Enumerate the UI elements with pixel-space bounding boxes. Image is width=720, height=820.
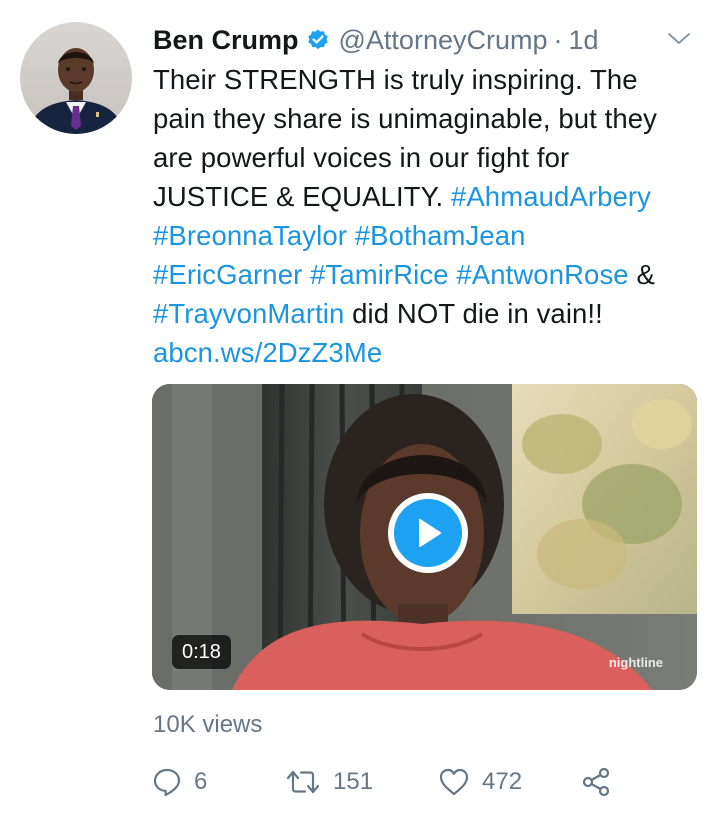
hashtag-link[interactable]: #EricGarner [153,259,302,290]
hashtag-link[interactable]: #BreonnaTaylor [153,220,347,251]
share-button[interactable] [580,762,612,802]
channel-watermark: nightline [608,655,663,670]
view-count: 10K views [153,711,263,738]
tweet[interactable]: Ben Crump @AttorneyCrump · 1d Their STRE… [0,0,720,820]
hashtag-link[interactable]: #AntwonRose [456,259,628,290]
tweet-text-line: #BreonnaTaylor #BothamJean [153,216,709,255]
tweet-text-line: are powerful voices in our fight for [153,138,709,177]
heart-icon [439,768,469,796]
retweet-icon [286,770,320,794]
hashtag-link[interactable]: #TrayvonMartin [153,298,344,329]
hashtag-link[interactable]: #TamirRice [310,259,449,290]
tweet-text-line: Their STRENGTH is truly inspiring. The [153,60,709,99]
separator-dot: · [553,24,563,55]
hashtag-link[interactable]: #BothamJean [355,220,526,251]
tweet-text-line: #TrayvonMartin did NOT die in vain!! [153,294,709,333]
reply-button[interactable]: 6 [152,762,207,802]
video-duration: 0:18 [172,635,231,669]
share-icon [582,767,610,797]
tweet-text-segment: did NOT die in vain!! [344,298,603,329]
tweet-text-line: JUSTICE & EQUALITY. #AhmaudArbery [153,177,709,216]
author-avatar[interactable] [20,22,132,134]
tweet-text-segment [302,259,310,290]
chevron-down-icon[interactable] [666,30,692,48]
reply-icon [153,768,181,797]
tweet-text-segment: Their STRENGTH is truly inspiring. The [153,64,638,95]
tweet-text-line: pain they share is unimaginable, but the… [153,99,709,138]
tweet-timestamp[interactable]: 1d [569,25,599,56]
tweet-text-segment: & [628,259,655,290]
tweet-text-segment: are powerful voices in our fight for [153,142,570,173]
like-count: 472 [482,768,523,795]
tweet-text-line: #EricGarner #TamirRice #AntwonRose & [153,255,709,294]
tweet-text-segment: JUSTICE & EQUALITY. [153,181,451,212]
url-link[interactable]: abcn.ws/2DzZ3Me [153,337,382,368]
play-icon [394,499,462,567]
author-handle[interactable]: @AttorneyCrump [339,25,548,56]
verified-badge-icon [306,28,330,52]
video-player[interactable]: 0:18 nightline [152,384,697,690]
display-name[interactable]: Ben Crump [153,25,299,56]
action-bar: 6 151 472 [152,762,622,802]
tweet-text: Their STRENGTH is truly inspiring. The pa… [153,60,709,372]
tweet-header: Ben Crump @AttorneyCrump · 1d [153,22,599,58]
tweet-text-line: abcn.ws/2DzZ3Me [153,333,709,372]
like-button[interactable]: 472 [438,762,522,802]
retweet-button[interactable]: 151 [285,762,373,802]
tweet-text-segment: pain they share is unimaginable, but the… [153,103,658,134]
reply-count: 6 [194,768,208,795]
tweet-text-segment [347,220,355,251]
retweet-count: 151 [333,768,374,795]
hashtag-link[interactable]: #AhmaudArbery [451,181,651,212]
play-button[interactable] [388,493,468,573]
